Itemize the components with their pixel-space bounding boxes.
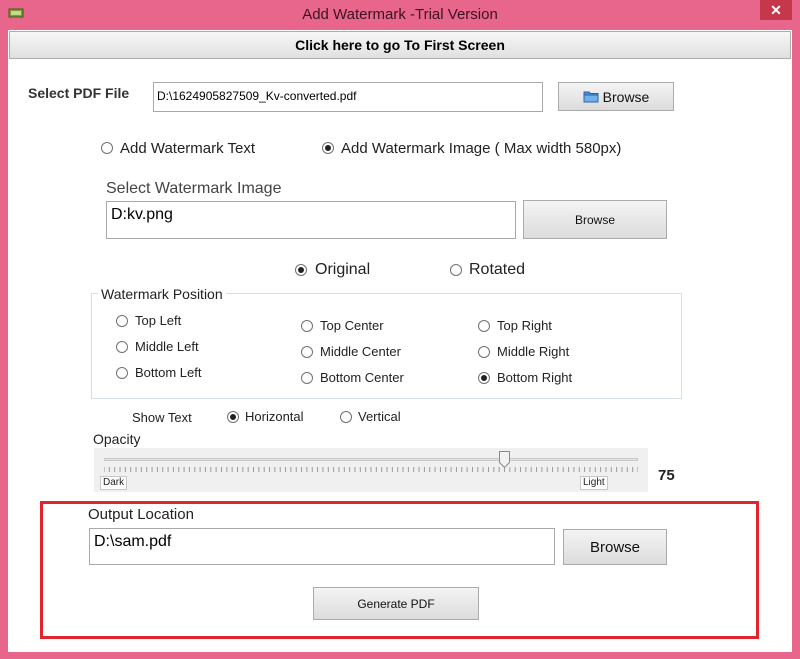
window-title: Add Watermark -Trial Version: [302, 6, 498, 23]
original-radio[interactable]: [295, 264, 307, 276]
rotated-label: Rotated: [469, 261, 526, 278]
bottom-left-radio[interactable]: [116, 367, 128, 379]
close-button[interactable]: ✕: [760, 0, 792, 20]
bottom-center-label: Bottom Center: [320, 370, 404, 385]
middle-center-label: Middle Center: [320, 344, 401, 359]
bottom-center-radio[interactable]: [301, 372, 313, 384]
horizontal-label: Horizontal: [245, 409, 304, 424]
output-highlight-box: [40, 501, 759, 639]
dark-label: Dark: [100, 476, 128, 490]
title-bar: Add Watermark -Trial Version ✕: [0, 0, 800, 30]
top-right-label: Top Right: [497, 318, 552, 333]
top-center-radio[interactable]: [301, 320, 313, 332]
image-path-field[interactable]: D:kv.png: [106, 201, 516, 239]
select-image-label: Select Watermark Image: [106, 180, 282, 197]
top-center-label: Top Center: [320, 318, 384, 333]
position-group-title: Watermark Position: [98, 286, 226, 302]
opacity-slider[interactable]: Dark Light: [94, 448, 648, 492]
bottom-left-label: Bottom Left: [135, 365, 202, 380]
middle-center-radio[interactable]: [301, 346, 313, 358]
top-left-label: Top Left: [135, 313, 182, 328]
rotated-radio[interactable]: [450, 264, 462, 276]
main-panel: Click here to go To First Screen Select …: [8, 30, 792, 652]
opacity-value: 75: [658, 467, 675, 484]
watermark-text-radio[interactable]: [101, 142, 113, 154]
opacity-label: Opacity: [93, 431, 141, 447]
middle-right-label: Middle Right: [497, 344, 570, 359]
watermark-text-label: Add Watermark Text: [120, 140, 256, 157]
vertical-radio[interactable]: [340, 411, 352, 423]
watermark-image-label: Add Watermark Image ( Max width 580px): [341, 140, 622, 157]
slider-ticks: [104, 467, 638, 472]
original-label: Original: [315, 261, 371, 278]
light-label: Light: [580, 476, 608, 490]
middle-right-radio[interactable]: [478, 346, 490, 358]
folder-icon: [583, 91, 599, 103]
show-text-label: Show Text: [132, 410, 192, 425]
slider-track: [104, 458, 638, 461]
vertical-label: Vertical: [358, 409, 401, 424]
watermark-image-radio[interactable]: [322, 142, 334, 154]
top-left-radio[interactable]: [116, 315, 128, 327]
top-right-radio[interactable]: [478, 320, 490, 332]
middle-left-label: Middle Left: [135, 339, 199, 354]
slider-thumb[interactable]: [499, 451, 510, 468]
horizontal-radio[interactable]: [227, 411, 239, 423]
pdf-path-field[interactable]: D:\1624905827509_Kv-converted.pdf: [153, 82, 543, 112]
pdf-browse-button[interactable]: Browse: [558, 82, 674, 111]
image-browse-button[interactable]: Browse: [523, 200, 667, 239]
pdf-browse-label: Browse: [602, 88, 650, 105]
first-screen-button[interactable]: Click here to go To First Screen: [9, 31, 791, 59]
bottom-right-label: Bottom Right: [497, 370, 573, 385]
bottom-right-radio[interactable]: [478, 372, 490, 384]
select-pdf-label: Select PDF File: [28, 85, 130, 101]
middle-left-radio[interactable]: [116, 341, 128, 353]
